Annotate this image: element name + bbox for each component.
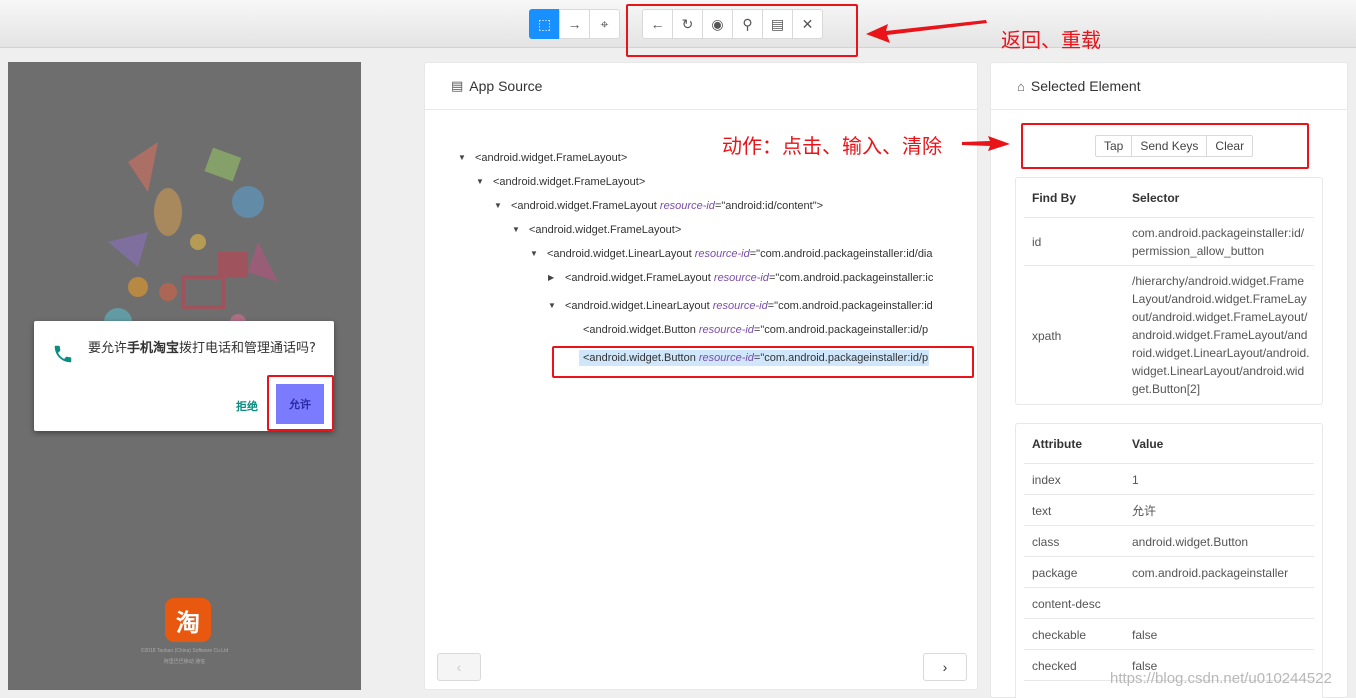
tree-node[interactable]: ▼ <android.widget.FrameLayout resource-id… [494,198,823,214]
scroll-right-button[interactable]: › [923,653,967,681]
attribute-row: class android.widget.Button [1024,526,1314,557]
tree-node[interactable]: <android.widget.Button resource-id="com.… [583,322,928,338]
find-by-table: Find By Selector id com.android.packagei… [1015,177,1323,405]
attribute-row: text 允许 [1024,495,1314,526]
file-text-icon: ▤ [451,78,464,93]
tree-node[interactable]: ▼ <android.widget.FrameLayout> [512,222,681,238]
actions-arrow [962,136,1010,151]
copyright-text: ©2018 Taobao (China) Software Co.Ltd [140,648,229,654]
select-element-icon: ⬚ [537,15,552,32]
attribute-row: content-desc [1024,588,1314,619]
crosshair-icon: ⌖ [600,15,609,32]
select-mode-button[interactable]: ⬚ [529,9,560,39]
app-source-title: App Source [469,78,543,94]
taobao-app-icon: 淘 [165,598,211,642]
allow-highlight-box [267,375,334,431]
selected-element-header: ⌂ Selected Element [991,63,1347,110]
phone-icon [54,345,72,363]
copyright-subtext: 阿里巴巴移动 通信 [163,659,206,665]
tap-coordinates-mode-button[interactable]: ⌖ [589,9,620,39]
watermark: https://blog.csdn.net/u010244522 [1110,670,1332,687]
deny-button[interactable]: 拒绝 [236,398,258,414]
tag-icon: ⌂ [1017,78,1025,94]
dialog-message: 要允许手机淘宝拨打电话和管理通话吗? [88,341,316,356]
tree-node[interactable]: ▼ <android.widget.FrameLayout> [458,150,627,166]
find-by-header-row: Find By Selector [1024,178,1314,218]
find-by-row-xpath[interactable]: xpath /hierarchy/android.widget.FrameLay… [1024,266,1314,404]
chevron-left-icon: ‹ [456,659,462,675]
selected-element-title: Selected Element [1030,78,1141,94]
caret-down-icon[interactable]: ▼ [512,222,520,238]
toolbar-arrow [866,20,987,43]
tree-node[interactable]: ▼ <android.widget.LinearLayout resource-i… [530,246,933,262]
caret-right-icon[interactable]: ▶ [548,270,554,286]
caret-down-icon[interactable]: ▼ [548,298,556,314]
toolbar-annotation: 返回、重载 [1001,28,1101,52]
caret-down-icon[interactable]: ▼ [530,246,538,262]
arrow-right-icon: → [567,16,582,32]
toolbar-highlight-box [626,4,858,57]
actions-highlight-box [1021,123,1309,169]
find-by-row-id[interactable]: id com.android.packageinstaller:id/permi… [1024,218,1314,266]
caret-down-icon[interactable]: ▼ [476,174,484,190]
caret-down-icon[interactable]: ▼ [494,198,502,214]
actions-annotation: 动作：点击、输入、清除 [722,134,942,158]
tree-node[interactable]: ▼ <android.widget.FrameLayout> [476,174,645,190]
chevron-right-icon: › [942,659,948,675]
attribute-header-row: Attribute Value [1024,424,1314,464]
attribute-row: checkable false [1024,619,1314,650]
tree-node[interactable]: ▼ <android.widget.LinearLayout resource-i… [548,298,933,314]
app-source-header: ▤ App Source [425,63,977,110]
selected-node-highlight-box [552,346,974,378]
attribute-table: Attribute Value index 1 text 允许 class an… [1015,423,1323,698]
scroll-left-button[interactable]: ‹ [437,653,481,681]
mode-button-group: ⬚ → ⌖ [529,9,620,39]
swipe-mode-button[interactable]: → [559,9,590,39]
caret-down-icon[interactable]: ▼ [458,150,466,166]
attribute-row: package com.android.packageinstaller [1024,557,1314,588]
attribute-row: index 1 [1024,464,1314,495]
tree-node[interactable]: ▶ <android.widget.FrameLayout resource-id… [548,270,933,286]
